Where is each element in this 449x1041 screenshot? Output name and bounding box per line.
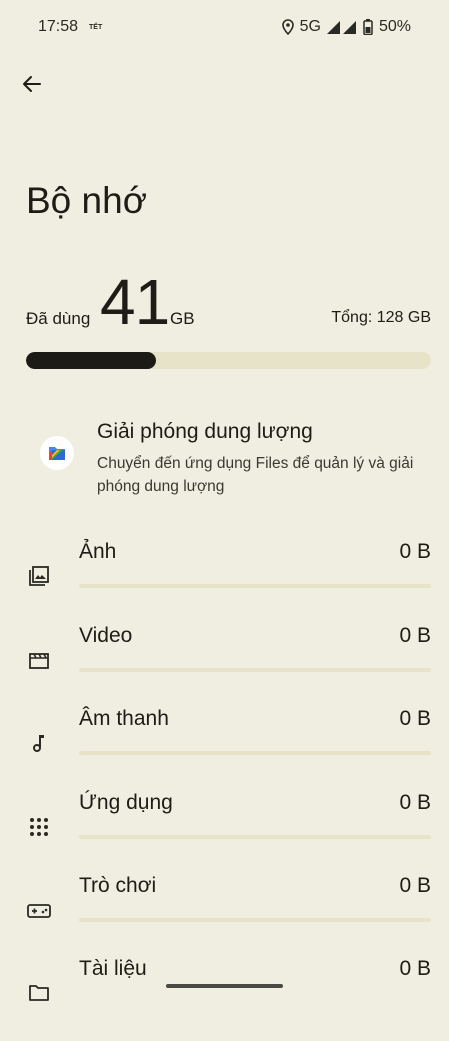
status-carrier: TẾT [89, 24, 103, 31]
used-unit: GB [170, 309, 195, 328]
storage-usage-bar [26, 352, 431, 369]
category-games[interactable]: Trò chơi 0 B [0, 874, 449, 958]
photo-icon [27, 564, 51, 588]
category-size: 0 B [399, 791, 431, 814]
battery-level: 50% [378, 18, 411, 35]
status-bar: 17:58 TẾT 5G 50% [0, 0, 449, 56]
category-bar [79, 751, 431, 755]
back-button[interactable] [18, 72, 46, 100]
category-label: Tài liệu [79, 957, 147, 980]
category-bar [79, 584, 431, 588]
network-type: 5G [299, 18, 321, 35]
category-video[interactable]: Video 0 B [0, 624, 449, 708]
location-icon [281, 19, 294, 35]
free-up-title: Giải phóng dung lượng [97, 420, 313, 443]
free-up-subtitle: Chuyển đến ứng dụng Files để quản lý và … [97, 455, 414, 495]
category-label: Âm thanh [79, 707, 169, 730]
category-size: 0 B [399, 957, 431, 980]
used-value: 41 [100, 266, 170, 338]
category-label: Trò chơi [79, 874, 157, 897]
gamepad-icon [27, 898, 51, 922]
free-up-space-item[interactable]: Giải phóng dung lượng Chuyển đến ứng dụn… [0, 410, 449, 500]
category-label: Video [79, 624, 133, 647]
status-time: 17:58 [38, 18, 79, 35]
category-audio[interactable]: Âm thanh 0 B [0, 707, 449, 791]
category-label: Ảnh [79, 540, 117, 563]
video-icon [27, 648, 51, 672]
apps-grid-icon [27, 815, 51, 839]
category-bar [79, 835, 431, 839]
music-note-icon [27, 731, 51, 755]
category-bar [79, 918, 431, 922]
category-size: 0 B [399, 540, 431, 563]
category-documents[interactable]: Tài liệu 0 B [0, 957, 449, 1041]
category-label: Ứng dụng [79, 791, 173, 814]
used-label: Đã dùng [26, 309, 91, 328]
page-title: Bộ nhớ [26, 180, 147, 221]
battery-icon [363, 19, 373, 35]
category-size: 0 B [399, 624, 431, 647]
total-label: Tổng: 128 GB [331, 309, 431, 326]
status-icons: 5G 50% [281, 18, 411, 36]
category-size: 0 B [399, 707, 431, 730]
folder-icon [27, 981, 51, 1005]
files-app-icon [40, 436, 74, 470]
arrow-back-icon [22, 74, 42, 99]
category-apps[interactable]: Ứng dụng 0 B [0, 791, 449, 875]
category-size: 0 B [399, 874, 431, 897]
storage-usage-fill [26, 352, 156, 369]
category-bar [79, 668, 431, 672]
gesture-navigation-bar[interactable] [166, 984, 283, 988]
category-photos[interactable]: Ảnh 0 B [0, 540, 449, 624]
storage-summary: Đã dùng 41 GB Tổng: 128 GB [26, 265, 431, 338]
signal-icon [326, 20, 357, 34]
